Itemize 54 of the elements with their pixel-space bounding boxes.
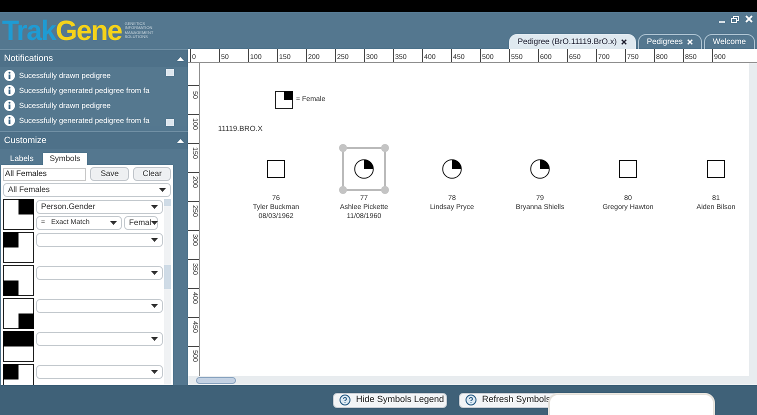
collapse-icon[interactable] <box>177 56 184 61</box>
help-icon <box>465 394 477 406</box>
quarter-filled-circle-icon[interactable] <box>530 159 550 180</box>
quarter-filled-circle-icon[interactable] <box>442 159 462 180</box>
clear-button[interactable]: Clear <box>133 167 171 182</box>
square-symbol-icon[interactable] <box>267 160 285 178</box>
field-dropdown[interactable] <box>36 299 163 314</box>
scrollbar[interactable] <box>166 69 174 126</box>
caret-icon <box>151 304 158 308</box>
document-tab[interactable]: Pedigree (BrO.11119.BrO.x) <box>508 34 636 49</box>
logo-text: TrakGene <box>2 16 122 44</box>
field-dropdown[interactable] <box>36 266 163 280</box>
quarter-filled-circle-icon[interactable] <box>354 159 374 180</box>
selection-frame[interactable] <box>342 147 386 192</box>
panel-tab[interactable]: Labels <box>3 153 41 166</box>
caret-icon <box>110 221 117 226</box>
caret-icon <box>151 221 158 226</box>
preset-dropdown[interactable]: All Females <box>3 183 171 198</box>
panel-title: Customize <box>4 134 47 147</box>
field-dropdown[interactable] <box>36 332 163 346</box>
resize-handle[interactable] <box>381 186 389 194</box>
info-icon <box>4 114 15 126</box>
caret-icon <box>151 238 158 242</box>
caret-icon <box>151 205 158 210</box>
scrollbar[interactable] <box>188 376 757 385</box>
field-dropdown[interactable] <box>36 365 163 380</box>
value-dropdown[interactable]: Femal <box>124 216 158 230</box>
close-icon[interactable] <box>620 39 627 45</box>
caret-icon <box>151 337 158 342</box>
field-dropdown[interactable]: Person.Gender <box>36 200 163 214</box>
info-icon <box>4 100 15 111</box>
square-symbol-icon[interactable] <box>707 160 725 178</box>
panel-title: Notifications <box>4 52 54 65</box>
help-icon <box>339 394 351 406</box>
field-dropdown[interactable] <box>36 233 163 248</box>
panel-tab[interactable]: Symbols <box>42 153 88 166</box>
document-tab[interactable]: Welcome <box>704 34 755 49</box>
restore-icon[interactable] <box>731 16 739 23</box>
name-input-field[interactable]: All Females <box>3 168 86 181</box>
hide-legend-button[interactable]: Hide Symbols Legend <box>333 392 447 408</box>
caret-icon <box>159 188 166 192</box>
info-icon <box>4 70 15 81</box>
resize-handle[interactable] <box>381 144 389 152</box>
info-icon <box>4 84 15 96</box>
resize-handle[interactable] <box>339 186 347 194</box>
square-symbol-icon[interactable] <box>619 160 637 178</box>
scrollbar[interactable] <box>749 63 757 376</box>
caret-icon <box>151 271 158 276</box>
document-tab[interactable]: Pedigrees <box>638 34 702 49</box>
resize-handle[interactable] <box>339 144 347 152</box>
caret-icon <box>151 370 158 374</box>
save-button[interactable]: Save <box>90 167 130 182</box>
scrollbar[interactable] <box>164 199 171 385</box>
collapse-icon[interactable] <box>177 138 184 143</box>
